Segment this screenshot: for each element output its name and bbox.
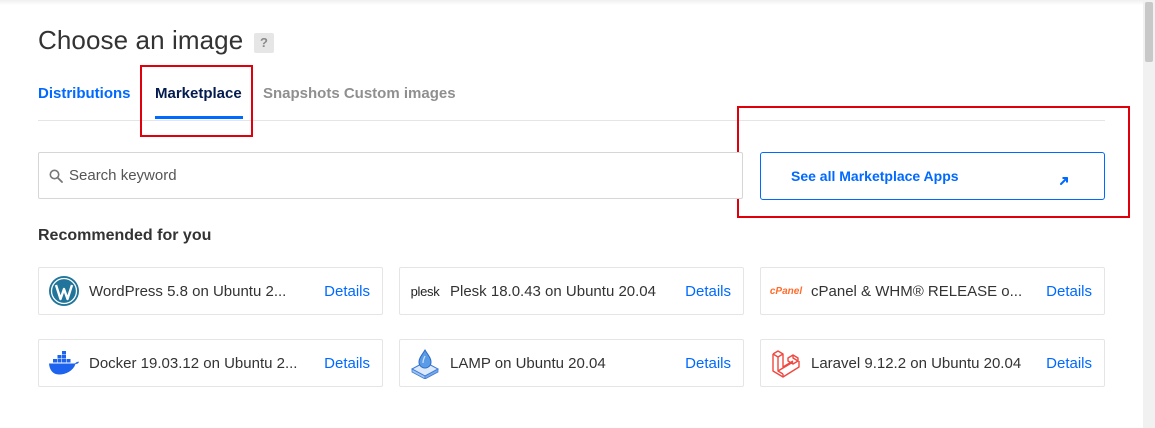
app-name: WordPress 5.8 on Ubuntu 2... <box>89 283 287 300</box>
search-input[interactable] <box>69 154 729 197</box>
details-link[interactable]: Details <box>685 355 731 372</box>
app-name: cPanel & WHM® RELEASE o... <box>811 283 1023 300</box>
help-icon[interactable]: ? <box>254 33 274 53</box>
tab-distributions[interactable]: Distributions <box>38 85 131 102</box>
app-card-lamp[interactable]: LAMP on Ubuntu 20.04 Details <box>399 339 744 387</box>
plesk-icon: plesk <box>409 275 441 307</box>
cpanel-icon: cPanel <box>770 275 802 307</box>
see-all-marketplace-apps-label: See all Marketplace Apps <box>791 168 959 184</box>
app-card-wordpress[interactable]: WordPress 5.8 on Ubuntu 2... Details <box>38 267 383 315</box>
tab-snapshots-custom-images[interactable]: Snapshots Custom images <box>263 85 456 102</box>
scrollbar-thumb[interactable] <box>1145 2 1153 62</box>
app-card-docker[interactable]: Docker 19.03.12 on Ubuntu 2... Details <box>38 339 383 387</box>
page-title: Choose an image <box>38 25 244 55</box>
plesk-logo-text: plesk <box>410 283 440 299</box>
recommended-heading: Recommended for you <box>38 227 212 244</box>
search-box[interactable] <box>38 152 743 199</box>
top-shadow <box>0 0 1143 5</box>
app-card-cpanel[interactable]: cPanel cPanel & WHM® RELEASE o... Detail… <box>760 267 1105 315</box>
wordpress-icon <box>48 275 80 307</box>
app-card-plesk[interactable]: plesk Plesk 18.0.43 on Ubuntu 20.04 Deta… <box>399 267 744 315</box>
details-link[interactable]: Details <box>1046 283 1092 300</box>
details-link[interactable]: Details <box>324 283 370 300</box>
highlight-box-marketplace-tab <box>140 65 253 137</box>
app-name: Docker 19.03.12 on Ubuntu 2... <box>89 355 298 372</box>
app-name: Plesk 18.0.43 on Ubuntu 20.04 <box>450 283 656 300</box>
lamp-icon <box>409 347 441 379</box>
app-name: LAMP on Ubuntu 20.04 <box>450 355 606 372</box>
external-link-icon <box>1060 177 1068 185</box>
app-name: Laravel 9.12.2 on Ubuntu 20.04 <box>811 355 1022 372</box>
app-card-laravel[interactable]: Laravel 9.12.2 on Ubuntu 20.04 Details <box>760 339 1105 387</box>
details-link[interactable]: Details <box>1046 355 1092 372</box>
scrollbar[interactable] <box>1143 0 1155 428</box>
laravel-icon <box>770 347 802 379</box>
search-icon <box>49 169 63 183</box>
details-link[interactable]: Details <box>685 283 731 300</box>
cpanel-logo-text: cPanel <box>769 285 803 297</box>
docker-icon <box>48 347 80 379</box>
details-link[interactable]: Details <box>324 355 370 372</box>
see-all-marketplace-apps-button[interactable]: See all Marketplace Apps <box>760 152 1105 200</box>
